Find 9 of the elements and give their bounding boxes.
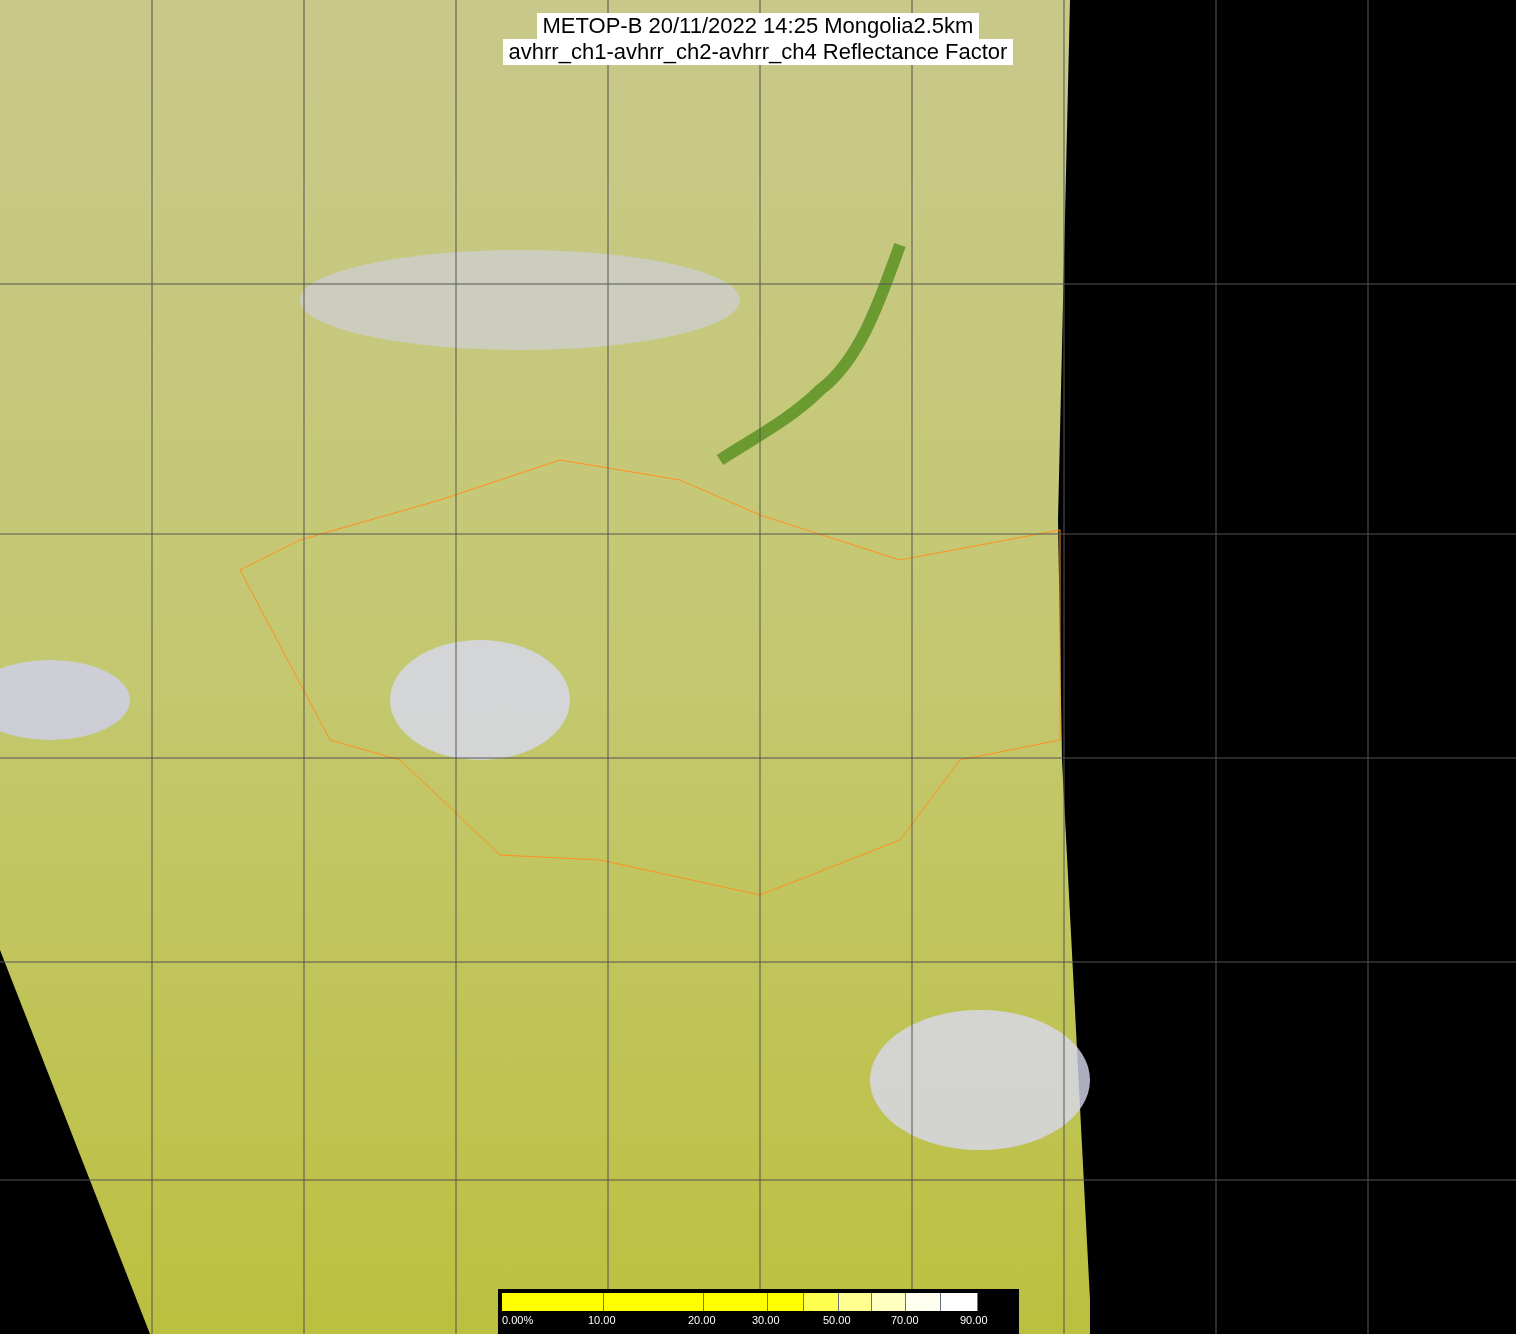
map-title: METOP-B 20/11/2022 14:25 Mongolia2.5km bbox=[536, 13, 980, 39]
colorbar-label: 30.00 bbox=[752, 1313, 780, 1327]
map-title: avhrr_ch1-avhrr_ch2-avhrr_ch4 Reflectance Factor bbox=[502, 39, 1014, 65]
colorbar-label: 10.00 bbox=[588, 1313, 616, 1327]
colorbar-label: 50.00 bbox=[823, 1313, 851, 1327]
colorbar-label: 0.00% bbox=[502, 1313, 534, 1327]
colorbar-label: 20.00 bbox=[688, 1313, 716, 1327]
colorbar-label: 90.00 bbox=[960, 1313, 988, 1327]
colorbar-label: 70.00 bbox=[891, 1313, 919, 1327]
